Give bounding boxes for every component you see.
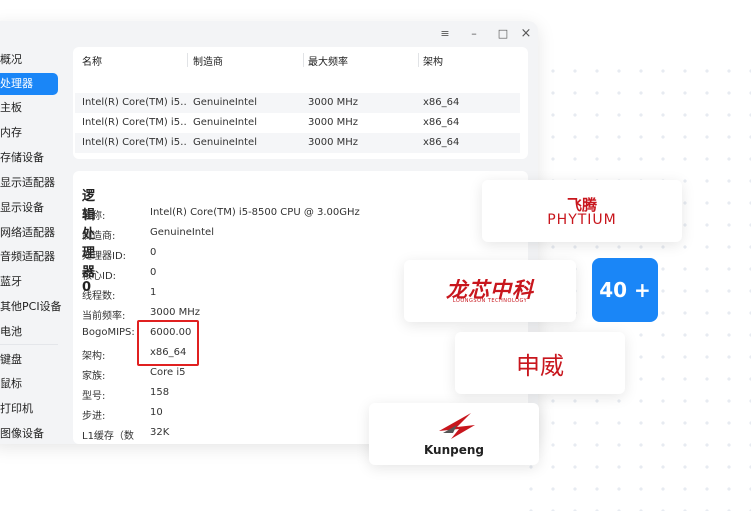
table-row[interactable]: Intel(R) Core(TM) i5… GenuineIntel 3000 … xyxy=(75,113,520,133)
field-value: 10 xyxy=(150,407,163,418)
field-value: 0 xyxy=(150,247,157,258)
highlight-box xyxy=(137,320,199,366)
column-divider[interactable] xyxy=(303,53,304,67)
sidebar-item-display-device[interactable]: 显示设备 xyxy=(0,197,58,219)
field-value: 0 xyxy=(150,267,157,278)
sidebar-item-processor[interactable]: 处理器 xyxy=(0,73,58,95)
field-label: 架构: xyxy=(82,351,106,362)
field-label: 当前频率: xyxy=(82,311,126,322)
column-divider[interactable] xyxy=(187,53,188,67)
sidebar-item-bluetooth[interactable]: 蓝牙 xyxy=(0,271,58,293)
maximize-icon[interactable]: □ xyxy=(493,25,513,43)
cell-arch: x86_64 xyxy=(423,97,460,108)
sidebar-item-network-adapter[interactable]: 网络适配器 xyxy=(0,222,58,244)
sidebar-item-keyboard[interactable]: 键盘 xyxy=(0,349,58,371)
cell-max-freq: 3000 MHz xyxy=(308,137,359,148)
menu-icon[interactable]: ≡ xyxy=(435,25,455,43)
cell-max-freq: 3000 MHz xyxy=(308,97,359,108)
cell-name: Intel(R) Core(TM) i5… xyxy=(82,137,186,148)
phytium-logo-card: 飞腾 PHYTIUM xyxy=(482,180,682,242)
sidebar-item-mouse[interactable]: 鼠标 xyxy=(0,373,58,395)
kunpeng-logo-card: Kunpeng xyxy=(369,403,539,465)
table-row[interactable]: Intel(R) Core(TM) i5… GenuineIntel 3000 … xyxy=(75,133,520,153)
table-row[interactable]: Intel(R) Core(TM) i5… GenuineIntel 3000 … xyxy=(75,93,520,113)
minimize-icon[interactable]: – xyxy=(464,25,484,43)
sidebar-divider xyxy=(0,344,58,345)
sidebar-item-imaging-device[interactable]: 图像设备 xyxy=(0,423,58,444)
field-label: BogoMIPS: xyxy=(82,327,135,338)
cell-max-freq: 3000 MHz xyxy=(308,117,359,128)
sidebar-item-memory[interactable]: 内存 xyxy=(0,122,58,144)
sidebar-item-overview[interactable]: 概况 xyxy=(0,49,58,71)
field-value: 3000 MHz xyxy=(150,307,201,318)
processor-table: 名称 制造商 最大频率 架构 Intel(R) Core(TM) i5… Gen… xyxy=(73,47,528,159)
sidebar-item-storage[interactable]: 存储设备 xyxy=(0,147,58,169)
field-label: 型号: xyxy=(82,391,106,402)
field-value: Core i5 xyxy=(150,367,186,378)
sidebar: 概况 处理器 主板 内存 存储设备 显示适配器 显示设备 网络适配器 音频适配器… xyxy=(0,47,68,444)
cell-arch: x86_64 xyxy=(423,137,460,148)
title-bar: ≡ – □ × xyxy=(0,21,538,47)
cell-arch: x86_64 xyxy=(423,117,460,128)
sidebar-item-battery[interactable]: 电池 xyxy=(0,321,58,343)
field-value: 158 xyxy=(150,387,170,398)
field-label: 核心ID: xyxy=(82,271,117,282)
field-label: 步进: xyxy=(82,411,106,422)
cell-vendor: GenuineIntel xyxy=(193,137,257,148)
column-header-vendor[interactable]: 制造商 xyxy=(193,53,223,68)
sidebar-item-audio-adapter[interactable]: 音频适配器 xyxy=(0,246,58,268)
sidebar-item-other-pci[interactable]: 其他PCI设备 xyxy=(0,296,62,318)
field-label: 线程数: xyxy=(82,291,116,302)
sunway-logo: 申威 xyxy=(516,352,564,380)
kunpeng-logo-text: Kunpeng xyxy=(423,443,485,457)
sunway-logo-card: 申威 xyxy=(455,332,625,394)
field-label: L1缓存（数 xyxy=(82,431,134,442)
sidebar-item-display-adapter[interactable]: 显示适配器 xyxy=(0,172,58,194)
field-label: 名称: xyxy=(82,211,106,222)
column-divider[interactable] xyxy=(418,53,419,67)
loongson-logo-en: LOONGSON TECHNOLOGY xyxy=(452,298,528,304)
field-value: 1 xyxy=(150,287,157,298)
field-label: 制造商: xyxy=(82,231,116,242)
column-header-name[interactable]: 名称 xyxy=(82,53,102,68)
close-icon[interactable]: × xyxy=(516,25,536,43)
cell-vendor: GenuineIntel xyxy=(193,97,257,108)
column-header-max-freq[interactable]: 最大频率 xyxy=(308,53,348,68)
cell-vendor: GenuineIntel xyxy=(193,117,257,128)
field-value: GenuineIntel xyxy=(150,227,214,238)
cell-name: Intel(R) Core(TM) i5… xyxy=(82,117,186,128)
phytium-logo-en: PHYTIUM xyxy=(547,212,617,228)
field-label: 家族: xyxy=(82,371,106,382)
loongson-logo-card: 龙芯中科 LOONGSON TECHNOLOGY xyxy=(404,260,576,322)
column-header-arch[interactable]: 架构 xyxy=(423,53,443,68)
vendor-count-badge: 40 + xyxy=(592,258,658,322)
sidebar-item-motherboard[interactable]: 主板 xyxy=(0,97,58,119)
field-label: 处理器ID: xyxy=(82,251,127,262)
field-value: 32K xyxy=(150,427,170,438)
field-value: Intel(R) Core(TM) i5-8500 CPU @ 3.00GHz xyxy=(150,207,360,218)
cell-name: Intel(R) Core(TM) i5… xyxy=(82,97,186,108)
sidebar-item-printer[interactable]: 打印机 xyxy=(0,398,58,420)
kunpeng-bird-icon xyxy=(439,413,475,439)
